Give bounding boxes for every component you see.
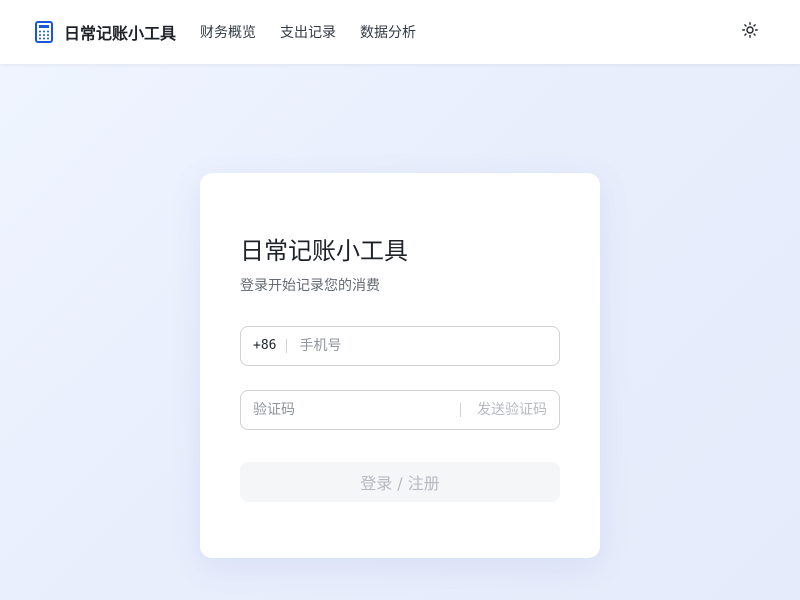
nav-item-overview[interactable]: 财务概览 — [200, 22, 256, 42]
country-code-prefix[interactable]: +86 — [253, 339, 288, 353]
main-nav: 财务概览 支出记录 数据分析 — [200, 22, 440, 42]
phone-input[interactable] — [299, 338, 547, 354]
login-title: 日常记账小工具 — [240, 237, 408, 265]
send-code-button[interactable]: 发送验证码 — [460, 403, 547, 417]
nav-item-analytics[interactable]: 数据分析 — [360, 22, 416, 42]
verification-code-input[interactable] — [253, 402, 460, 418]
theme-toggle-button[interactable] — [740, 22, 760, 42]
login-register-button[interactable]: 登录 / 注册 — [240, 462, 560, 502]
code-field: 发送验证码 — [240, 390, 560, 430]
nav-item-expenses[interactable]: 支出记录 — [280, 22, 336, 42]
top-navbar: 日常记账小工具 财务概览 支出记录 数据分析 — [0, 0, 800, 64]
calculator-icon — [34, 21, 54, 43]
sun-icon — [742, 22, 758, 42]
logo[interactable]: 日常记账小工具 — [34, 20, 176, 44]
phone-field: +86 — [240, 326, 560, 366]
app-name: 日常记账小工具 — [64, 24, 177, 43]
login-card: 日常记账小工具 登录开始记录您的消费 +86 发送验证码 登录 / 注册 — [200, 173, 600, 558]
login-subtitle: 登录开始记录您的消费 — [240, 278, 380, 294]
